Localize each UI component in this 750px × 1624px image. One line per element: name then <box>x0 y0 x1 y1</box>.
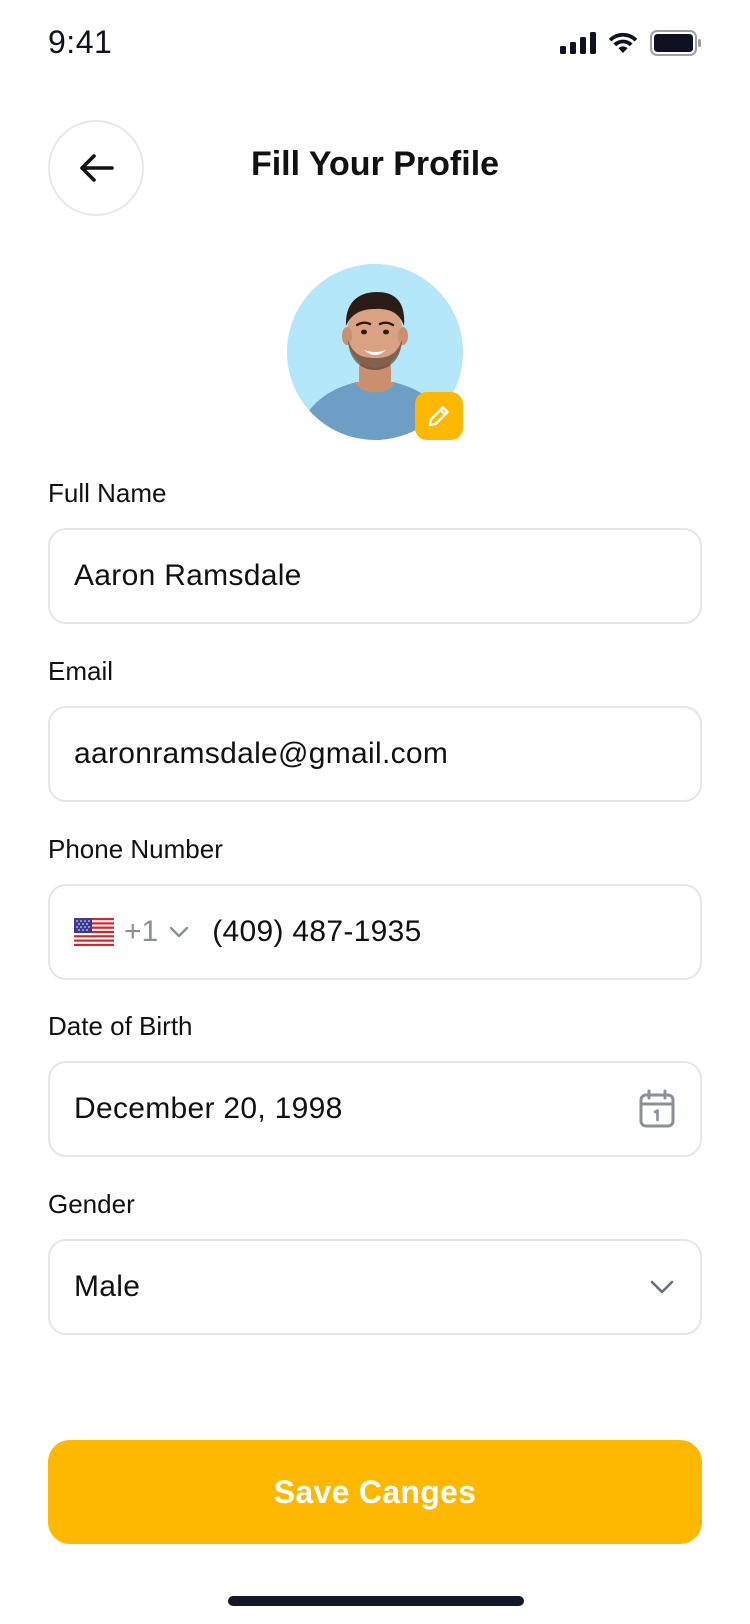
status-icons <box>560 30 702 56</box>
us-flag-icon <box>74 918 114 946</box>
phone-number-value[interactable]: (409) 487-1935 <box>212 915 421 949</box>
gender-label: Gender <box>48 1189 135 1219</box>
gender-value[interactable]: Male <box>74 1270 140 1304</box>
calendar-icon <box>639 1089 675 1128</box>
profile-screen: 9:41 Fill Your Profile Full Name Aaron R… <box>0 0 750 1624</box>
edit-pencil-icon <box>428 406 449 427</box>
full-name-label: Full Name <box>48 478 167 508</box>
status-bar: 9:41 <box>0 0 750 90</box>
gender-select[interactable]: Male <box>48 1239 702 1335</box>
battery-icon <box>650 30 701 56</box>
page-title: Fill Your Profile <box>250 145 500 183</box>
date-of-birth-value[interactable]: December 20, 1998 <box>74 1092 343 1126</box>
save-changes-button[interactable]: Save Canges <box>48 1440 702 1544</box>
country-dial-code: +1 <box>124 915 159 948</box>
email-label: Email <box>48 656 114 686</box>
country-code-selector[interactable]: +1 <box>74 915 190 949</box>
full-name-field[interactable]: Aaron Ramsdale <box>48 528 702 624</box>
chevron-down-icon <box>650 1280 674 1294</box>
email-field[interactable]: aaronramsdale@gmail.com <box>48 706 702 802</box>
phone-number-label: Phone Number <box>48 834 223 864</box>
calendar-button[interactable] <box>638 1089 676 1129</box>
status-time: 9:41 <box>48 24 113 60</box>
phone-number-field[interactable]: +1 (409) 487-1935 <box>48 884 702 980</box>
date-of-birth-label: Date of Birth <box>48 1011 193 1041</box>
gender-dropdown-toggle[interactable] <box>648 1278 676 1296</box>
email-value[interactable]: aaronramsdale@gmail.com <box>74 737 448 771</box>
date-of-birth-field[interactable]: December 20, 1998 <box>48 1061 702 1157</box>
profile-avatar-section <box>287 264 463 440</box>
full-name-value[interactable]: Aaron Ramsdale <box>74 559 302 593</box>
chevron-down-icon <box>170 926 189 938</box>
edit-avatar-button[interactable] <box>415 392 463 440</box>
home-indicator[interactable] <box>228 1596 524 1606</box>
wifi-icon <box>608 32 638 53</box>
signal-icon <box>560 32 596 54</box>
